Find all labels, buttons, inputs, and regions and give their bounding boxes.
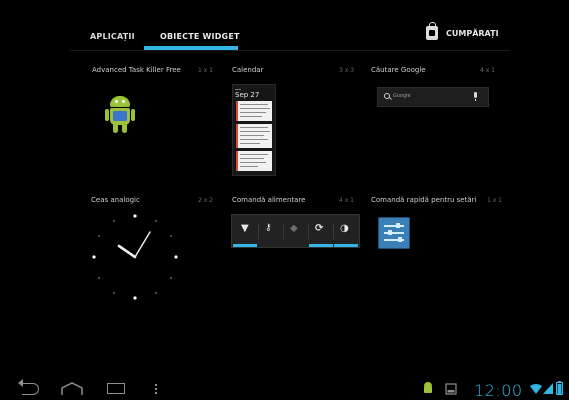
battery-icon <box>556 381 563 395</box>
task-killer-widget-preview[interactable] <box>105 96 135 136</box>
bluetooth-icon: ⚷ <box>265 223 272 233</box>
widget-size-calendar: 3 x 3 <box>339 67 354 74</box>
calendar-date: Sep 27 <box>235 91 260 99</box>
google-search-placeholder: Google <box>393 93 411 99</box>
widget-size-settings-shortcut: 1 x 1 <box>487 197 502 204</box>
search-icon <box>384 93 390 99</box>
android-notification-icon[interactable] <box>423 382 433 396</box>
calendar-widget-preview[interactable]: Sep 27 <box>232 84 276 176</box>
wifi-signal-icon <box>530 384 542 394</box>
tab-bar-divider <box>70 50 510 51</box>
wifi-on-indicator <box>233 244 257 247</box>
shop-label: CUMPĂRAȚI <box>446 28 499 38</box>
analog-clock-widget-preview[interactable] <box>86 208 184 306</box>
screenshot-notification-icon[interactable] <box>445 383 457 395</box>
widget-label-google-search: Căutare Google <box>371 66 426 74</box>
widget-label-analog-clock: Ceas analogic <box>91 196 140 204</box>
widget-size-task-killer: 1 x 1 <box>198 67 213 74</box>
brightness-on-indicator <box>334 244 358 247</box>
tab-apps[interactable]: APLICAȚII <box>90 32 135 41</box>
clock-time[interactable]: 12:00 <box>474 381 523 400</box>
system-bar: 12:00 <box>0 379 569 400</box>
google-search-widget-preview[interactable]: Google <box>377 87 489 107</box>
book-icon <box>113 111 127 121</box>
clock-hour-hand <box>117 244 137 259</box>
widget-label-power-control: Comandă alimentare <box>232 196 306 204</box>
cell-signal-icon <box>543 383 553 394</box>
back-icon[interactable] <box>18 379 39 395</box>
widget-tab-bar: APLICAȚII OBIECTE WIDGET CUMPĂRAȚI <box>0 0 569 56</box>
shop-button[interactable]: CUMPĂRAȚI <box>426 22 499 40</box>
clock-minute-hand <box>134 231 151 258</box>
widget-label-settings-shortcut: Comandă rapidă pentru setări <box>371 196 477 204</box>
tab-widgets[interactable]: OBIECTE WIDGET <box>160 32 240 41</box>
calendar-event-card <box>236 151 272 171</box>
gps-icon: ◆ <box>290 223 298 234</box>
microphone-icon <box>474 92 477 101</box>
wifi-icon: ▼ <box>241 223 249 234</box>
shopping-bag-icon <box>426 22 438 40</box>
calendar-event-card <box>236 101 272 121</box>
calendar-event-card <box>236 124 272 148</box>
widget-label-task-killer: Advanced Task Killer Free <box>92 66 181 74</box>
sync-on-indicator <box>309 244 333 247</box>
widget-size-google-search: 4 x 1 <box>480 67 495 74</box>
widget-size-analog-clock: 2 x 2 <box>198 197 213 204</box>
widget-label-calendar: Calendar <box>232 66 264 74</box>
recent-apps-icon[interactable] <box>107 383 125 394</box>
brightness-icon: ◑ <box>340 223 349 234</box>
sync-icon: ⟳ <box>315 223 324 234</box>
settings-shortcut-widget-preview[interactable] <box>378 217 410 249</box>
power-control-widget-preview[interactable]: ▼ ⚷ ◆ ⟳ ◑ <box>231 214 360 248</box>
widget-size-power-control: 4 x 1 <box>339 197 354 204</box>
menu-icon[interactable] <box>155 384 158 396</box>
home-icon[interactable] <box>60 382 84 396</box>
android-robot-icon <box>110 96 130 107</box>
